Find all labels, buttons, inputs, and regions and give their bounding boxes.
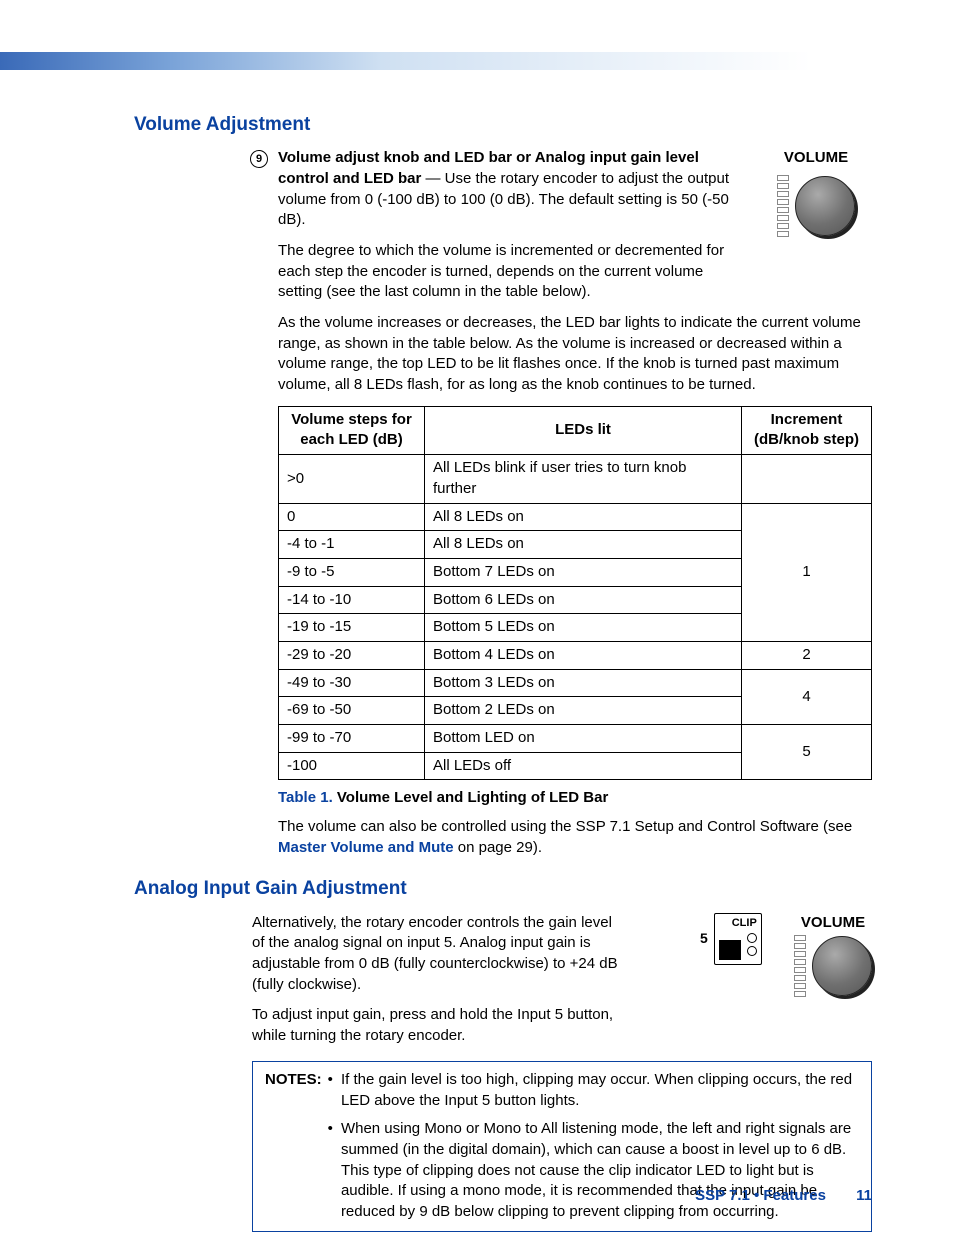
link-master-volume[interactable]: Master Volume and Mute [278,839,454,856]
heading-analog-gain: Analog Input Gain Adjustment [134,876,872,902]
table-caption: Table 1. Volume Level and Lighting of LE… [278,788,872,809]
para-vol-step: The degree to which the volume is increm… [278,241,738,303]
note-text-1: If the gain level is too high, clipping … [341,1070,859,1111]
table-row: >0 All LEDs blink if user tries to turn … [279,455,872,503]
heading-volume-adjustment: Volume Adjustment [134,112,872,138]
bullet-icon: • [328,1070,333,1111]
th-steps: Volume steps for each LED (dB) [279,406,425,454]
th-increment: Increment (dB/knob step) [742,406,872,454]
input-5-panel: CLIP [714,913,762,965]
signal-led-icon [747,946,757,956]
para-after-table: The volume can also be controlled using … [278,817,872,858]
notes-label: NOTES: [265,1070,322,1091]
table-row: -29 to -20 Bottom 4 LEDs on 2 [279,641,872,669]
table-row: -99 to -70 Bottom LED on 5 [279,725,872,753]
page-content: Volume Adjustment VOLUME 9 Volume adjust… [134,112,872,1232]
list-item: • When using Mono or Mono to All listeni… [328,1119,859,1222]
para-vol-ledinfo: As the volume increases or decreases, th… [278,313,872,396]
volume-label-1: VOLUME [766,148,866,169]
para-analog-1: Alternatively, the rotary encoder contro… [252,913,622,996]
table-row: 0 All 8 LEDs on 1 [279,503,872,531]
volume-led-table: Volume steps for each LED (dB) LEDs lit … [278,406,872,781]
figure-input5-volume: 5 CLIP [700,913,872,998]
th-leds: LEDs lit [425,406,742,454]
para-analog-2: To adjust input gain, press and hold the… [252,1005,622,1046]
clip-label: CLIP [719,916,757,931]
table-row: -49 to -30 Bottom 3 LEDs on 4 [279,669,872,697]
input-5-button-icon [719,940,741,960]
bullet-icon: • [328,1119,333,1222]
led-bar-2 [794,935,806,997]
clip-led-icon [747,933,757,943]
footer-text: SSP 7.1 • Features [695,1187,826,1204]
footer-page-number: 11 [856,1187,872,1204]
led-bar-1 [777,175,789,237]
volume-knob-icon-2 [812,936,872,996]
volume-label-2: VOLUME [801,913,865,934]
input-5-label: 5 [700,929,708,948]
callout-9-icon: 9 [250,150,268,168]
figure-volume-knob-1: VOLUME [766,148,866,237]
header-gradient-bar [0,52,954,70]
note-text-2: When using Mono or Mono to All listening… [341,1119,859,1222]
page-footer: SSP 7.1 • Features 11 [695,1186,872,1207]
list-item: • If the gain level is too high, clippin… [328,1070,859,1111]
para-vol-intro: Volume adjust knob and LED bar or Analog… [278,148,738,231]
volume-knob-icon [795,176,855,236]
